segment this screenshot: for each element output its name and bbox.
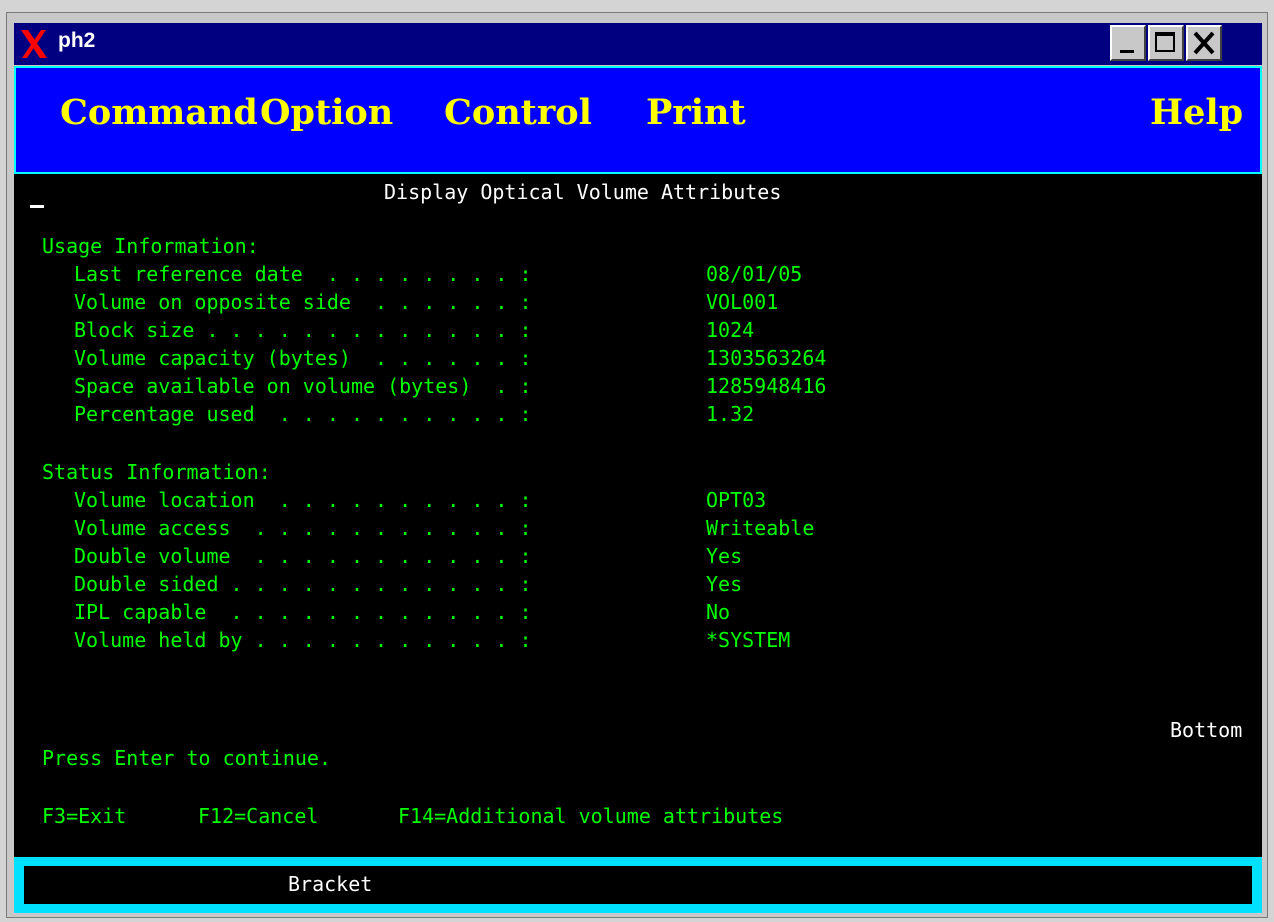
status-section-header: Status Information:	[42, 460, 271, 484]
close-button[interactable]	[1186, 25, 1222, 61]
field-value: 1024	[706, 318, 755, 342]
field-label: Volume location . . . . . . . . . . :	[74, 488, 532, 512]
terminal-screen[interactable]: Display Optical Volume Attributes Usage …	[14, 174, 1262, 857]
field-label: Block size . . . . . . . . . . . . . :	[74, 318, 532, 342]
status-text: Bracket	[288, 872, 373, 896]
maximize-button[interactable]	[1148, 25, 1184, 61]
status-field: Bracket	[24, 866, 1252, 904]
field-value: 08/01/05	[706, 262, 803, 286]
text-cursor	[30, 205, 44, 208]
fkey-additional-attributes[interactable]: F14=Additional volume attributes	[398, 804, 783, 828]
field-value: OPT03	[706, 488, 767, 512]
field-label: IPL capable . . . . . . . . . . . . :	[74, 600, 532, 624]
menu-print[interactable]: Print	[646, 92, 746, 133]
close-icon	[1193, 31, 1215, 55]
minimize-icon	[1120, 50, 1134, 53]
field-value: 1.32	[706, 402, 755, 426]
field-value: 1285948416	[706, 374, 827, 398]
menu-command[interactable]: Command	[60, 92, 258, 133]
x-logo-icon	[21, 30, 47, 58]
menu-bar: Command Option Control Print Help	[14, 66, 1262, 174]
field-value: VOL001	[706, 290, 779, 314]
field-value: Yes	[706, 544, 743, 568]
maximize-icon	[1155, 32, 1175, 52]
title-bar: ph2	[14, 23, 1262, 65]
screen-title: Display Optical Volume Attributes	[384, 180, 782, 204]
field-label: Volume on opposite side . . . . . . :	[74, 290, 532, 314]
window-title: ph2	[58, 29, 96, 52]
field-label: Percentage used . . . . . . . . . . :	[74, 402, 532, 426]
field-label: Double sided . . . . . . . . . . . . :	[74, 572, 532, 596]
field-label: Volume held by . . . . . . . . . . . :	[74, 628, 532, 652]
field-label: Last reference date . . . . . . . . :	[74, 262, 532, 286]
fkey-cancel[interactable]: F12=Cancel	[198, 804, 318, 828]
menu-help[interactable]: Help	[1150, 92, 1243, 133]
field-value: Writeable	[706, 516, 815, 540]
menu-control[interactable]: Control	[444, 92, 592, 133]
bottom-indicator: Bottom	[1170, 718, 1243, 742]
field-value: No	[706, 600, 731, 624]
field-value: *SYSTEM	[706, 628, 791, 652]
minimize-button[interactable]	[1110, 25, 1146, 61]
menu-option[interactable]: Option	[260, 92, 393, 133]
fkey-exit[interactable]: F3=Exit	[42, 804, 126, 828]
field-label: Volume access . . . . . . . . . . . :	[74, 516, 532, 540]
field-label: Double volume . . . . . . . . . . . :	[74, 544, 532, 568]
field-label: Volume capacity (bytes) . . . . . . :	[74, 346, 532, 370]
field-value: Yes	[706, 572, 743, 596]
field-value: 1303563264	[706, 346, 827, 370]
instruction-text: Press Enter to continue.	[42, 746, 331, 770]
status-bar: Bracket	[14, 857, 1262, 913]
field-label: Space available on volume (bytes) . :	[74, 374, 532, 398]
usage-section-header: Usage Information:	[42, 234, 259, 258]
